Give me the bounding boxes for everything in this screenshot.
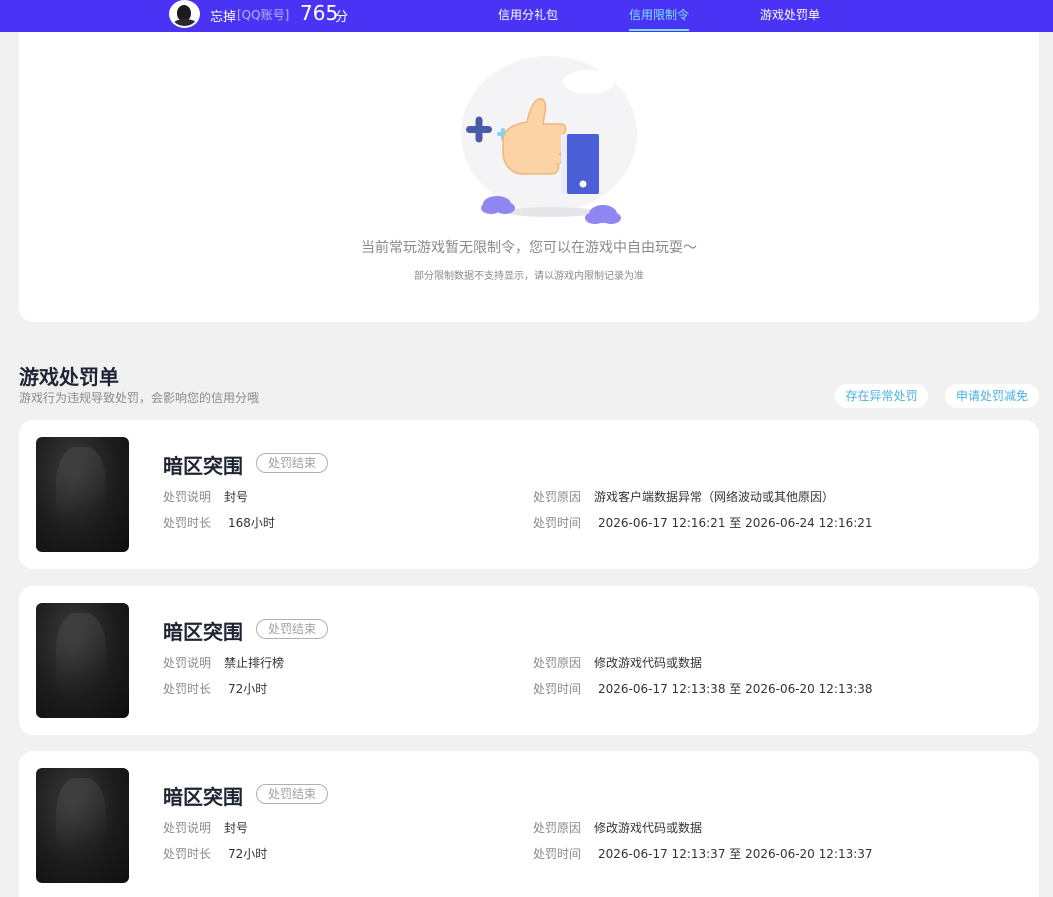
empty-state-title: 当前常玩游戏暂无限制令，您可以在游戏中自由玩耍～ xyxy=(361,240,697,256)
record-duration-value: 72小时 xyxy=(228,847,268,861)
record-reason-value: 游戏客户端数据异常（网络波动或其他原因） xyxy=(594,490,835,504)
record-reason-label: 处罚原因 xyxy=(533,490,582,504)
record-desc-label: 处罚说明 xyxy=(163,821,212,835)
record-time-label: 处罚时间 xyxy=(533,516,582,530)
record-reason-label: 处罚原因 xyxy=(533,656,582,670)
game-thumbnail xyxy=(36,603,129,718)
cloud-icon-right xyxy=(585,205,621,224)
record-game-name: 暗区突围 xyxy=(163,785,243,809)
penalty-record[interactable]: 暗区突围 处罚结束 处罚说明 禁止排行榜 处罚时长 72小时 处罚原因 修改游戏… xyxy=(19,586,1039,735)
credit-score-unit: 分 xyxy=(335,10,349,25)
thumbs-up-illustration-icon xyxy=(461,56,637,224)
restriction-empty-card: 当前常玩游戏暂无限制令，您可以在游戏中自由玩耍～ 部分限制数据不支持显示，请以游… xyxy=(19,32,1039,322)
avatar[interactable] xyxy=(169,0,200,28)
record-desc-value: 禁止排行榜 xyxy=(224,656,285,670)
record-game-name: 暗区突围 xyxy=(163,620,243,644)
record-duration-value: 72小时 xyxy=(228,682,268,696)
record-time-value: 2026-06-17 12:16:21 至 2026-06-24 12:16:2… xyxy=(598,516,873,530)
empty-state-subtitle: 部分限制数据不支持显示，请以游戏内限制记录为准 xyxy=(414,271,644,282)
avatar-shoulder-shape xyxy=(172,19,198,26)
record-desc-label: 处罚说明 xyxy=(163,490,212,504)
game-thumbnail xyxy=(36,768,129,883)
game-thumbnail xyxy=(36,437,129,552)
record-duration-value: 168小时 xyxy=(228,516,275,530)
record-time-value: 2026-06-17 12:13:38 至 2026-06-20 12:13:3… xyxy=(598,682,873,696)
record-time-label: 处罚时间 xyxy=(533,682,582,696)
record-reason-value: 修改游戏代码或数据 xyxy=(594,656,703,670)
appeal-penalty-button[interactable]: 申请处罚减免 xyxy=(945,384,1039,408)
record-game-name: 暗区突围 xyxy=(163,454,243,478)
tab-game-penalty[interactable]: 游戏处罚单 xyxy=(760,6,820,23)
credit-score: 765 xyxy=(300,1,339,25)
tab-credit-restriction[interactable]: 信用限制令 xyxy=(629,6,689,23)
record-status-badge: 处罚结束 xyxy=(256,619,329,639)
active-tab-underline xyxy=(629,29,689,31)
penalty-section-title: 游戏处罚单 xyxy=(19,365,119,389)
record-reason-value: 修改游戏代码或数据 xyxy=(594,821,703,835)
tab-credit-gift[interactable]: 信用分礼包 xyxy=(498,6,558,23)
abnormal-penalty-button[interactable]: 存在异常处罚 xyxy=(835,384,928,408)
user-name: 忘掉 xyxy=(210,10,237,25)
record-status-badge: 处罚结束 xyxy=(256,453,329,473)
record-desc-value: 封号 xyxy=(224,490,249,504)
record-reason-label: 处罚原因 xyxy=(533,821,582,835)
top-nav-bar: 忘掉 [QQ账号] 765 分 信用分礼包 信用限制令 游戏处罚单 xyxy=(0,0,1053,32)
record-duration-label: 处罚时长 xyxy=(163,847,212,861)
record-time-value: 2026-06-17 12:13:37 至 2026-06-20 12:13:3… xyxy=(598,847,873,861)
penalty-record[interactable]: 暗区突围 处罚结束 处罚说明 封号 处罚时长 72小时 处罚原因 修改游戏代码或… xyxy=(19,751,1039,897)
record-time-label: 处罚时间 xyxy=(533,847,582,861)
penalty-section-subtitle: 游戏行为违规导致处罚，会影响您的信用分哦 xyxy=(19,391,260,405)
record-duration-label: 处罚时长 xyxy=(163,682,212,696)
record-duration-label: 处罚时长 xyxy=(163,516,212,530)
penalty-record[interactable]: 暗区突围 处罚结束 处罚说明 封号 处罚时长 168小时 处罚原因 游戏客户端数… xyxy=(19,420,1039,569)
record-desc-value: 封号 xyxy=(224,821,249,835)
account-type: [QQ账号] xyxy=(237,8,290,22)
record-desc-label: 处罚说明 xyxy=(163,656,212,670)
record-status-badge: 处罚结束 xyxy=(256,784,329,804)
